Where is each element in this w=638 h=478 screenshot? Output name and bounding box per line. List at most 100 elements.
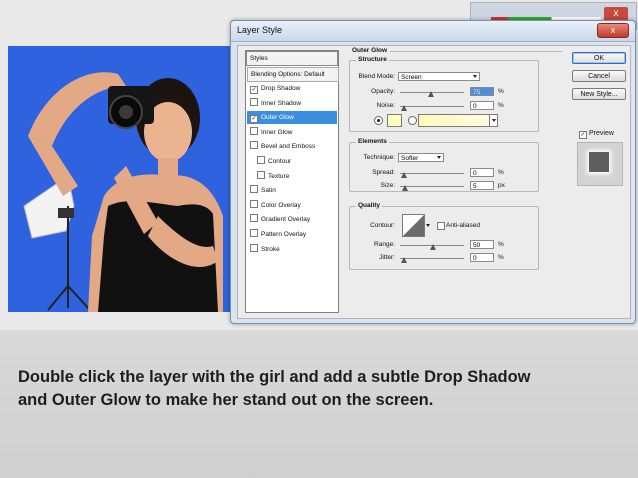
contour-picker[interactable]: [402, 214, 425, 237]
style-item[interactable]: ✓ Outer Glow: [247, 111, 337, 125]
anti-aliased-checkbox[interactable]: [437, 222, 445, 230]
range-input[interactable]: 50: [470, 240, 494, 249]
style-checkbox[interactable]: [257, 156, 265, 164]
technique-select[interactable]: Softer: [398, 153, 444, 162]
styles-header-label: Styles: [250, 55, 268, 62]
noise-label: Noise:: [376, 102, 395, 109]
glow-gradient-picker[interactable]: [418, 114, 498, 127]
background-close-icon: x: [604, 7, 628, 21]
style-checkbox[interactable]: [250, 214, 258, 223]
styles-header[interactable]: Styles: [246, 51, 338, 66]
style-item-label: Stroke: [261, 245, 280, 253]
dialog-title: Layer Style: [237, 25, 283, 35]
style-item-label: Outer Glow: [261, 114, 294, 122]
gradient-radio[interactable]: [408, 116, 417, 125]
blend-mode-label: Blend Mode:: [358, 73, 396, 80]
blending-options-item[interactable]: Blending Options: Default: [247, 67, 339, 82]
spread-label: Spread:: [372, 169, 395, 176]
style-item[interactable]: Gradient Overlay: [247, 213, 337, 226]
preview-option[interactable]: ✓ Preview: [579, 130, 614, 139]
style-checkbox[interactable]: ✓: [250, 86, 258, 94]
jitter-label: Jitter:: [379, 254, 395, 261]
style-item[interactable]: ✓ Drop Shadow: [247, 82, 337, 95]
noise-unit: %: [498, 102, 504, 109]
preview-square: [589, 152, 609, 172]
blend-mode-value: Screen: [401, 74, 422, 81]
style-item[interactable]: Color Overlay: [247, 199, 337, 212]
opacity-unit: %: [498, 88, 504, 95]
range-unit: %: [498, 241, 504, 248]
style-item[interactable]: Stroke: [247, 243, 337, 256]
style-checkbox[interactable]: ✓: [250, 115, 258, 124]
style-item[interactable]: Texture: [247, 170, 337, 183]
cancel-button[interactable]: Cancel: [572, 70, 626, 82]
style-checkbox[interactable]: [250, 141, 258, 150]
spread-input[interactable]: 0: [470, 168, 494, 177]
style-checkbox[interactable]: [250, 199, 258, 208]
style-item[interactable]: Pattern Overlay: [247, 228, 337, 241]
range-slider-thumb[interactable]: [430, 244, 436, 250]
blend-mode-select[interactable]: Screen: [398, 72, 480, 81]
jitter-slider[interactable]: [400, 258, 464, 259]
style-item-label: Texture: [268, 172, 290, 180]
noise-input[interactable]: 0: [470, 101, 494, 110]
ok-button[interactable]: OK: [572, 52, 626, 64]
style-item-label: Inner Shadow: [261, 99, 302, 107]
style-item[interactable]: Bevel and Emboss: [247, 140, 337, 153]
blending-options-label: Blending Options: Default: [251, 71, 325, 78]
glow-color-swatch[interactable]: [387, 114, 402, 127]
opacity-slider-thumb[interactable]: [428, 91, 434, 97]
style-checkbox[interactable]: [250, 185, 258, 194]
range-label: Range:: [374, 241, 395, 248]
dialog-titlebar[interactable]: Layer Style x: [231, 21, 635, 42]
gradient-dropdown-button[interactable]: [489, 115, 497, 126]
size-slider[interactable]: [400, 186, 464, 187]
style-checkbox[interactable]: [250, 97, 258, 106]
size-input[interactable]: 5: [470, 181, 494, 190]
spread-unit: %: [498, 169, 504, 176]
style-item[interactable]: Contour: [247, 155, 337, 168]
jitter-slider-thumb[interactable]: [401, 257, 407, 263]
spread-slider-thumb[interactable]: [401, 172, 407, 178]
structure-title: Structure: [356, 56, 389, 63]
style-item-label: Satin: [261, 187, 276, 195]
contour-dropdown[interactable]: [425, 222, 430, 229]
elements-title: Elements: [356, 138, 389, 145]
style-item-label: Pattern Overlay: [261, 231, 307, 238]
technique-value: Softer: [401, 155, 419, 162]
size-slider-thumb[interactable]: [402, 185, 408, 191]
jitter-input[interactable]: 0: [470, 253, 494, 262]
chevron-down-icon: [437, 156, 441, 159]
chevron-down-icon: [492, 119, 496, 122]
style-item-label: Gradient Overlay: [261, 216, 311, 224]
chevron-down-icon: [426, 224, 430, 227]
color-radio[interactable]: [374, 116, 383, 125]
contour-label: Contour:: [370, 222, 395, 229]
slide-caption: Double click the layer with the girl and…: [18, 366, 628, 412]
style-checkbox[interactable]: [250, 243, 258, 252]
layer-style-dialog: Layer Style x Styles Blending Options: D…: [230, 20, 636, 324]
dialog-client-area: Styles Blending Options: Default ✓ Drop S…: [237, 45, 631, 319]
preview-checkbox[interactable]: ✓: [579, 131, 587, 139]
style-item[interactable]: Inner Glow: [247, 126, 337, 139]
radio-dot-icon: [377, 119, 380, 122]
photo-girl-with-camera: [8, 46, 233, 312]
style-checkbox[interactable]: [250, 126, 258, 135]
close-icon[interactable]: x: [597, 23, 629, 38]
style-checkbox[interactable]: [250, 229, 258, 237]
spread-slider[interactable]: [400, 173, 464, 174]
style-checkbox[interactable]: [257, 170, 265, 179]
style-item[interactable]: Satin: [247, 184, 337, 197]
new-style-button[interactable]: New Style...: [572, 88, 626, 100]
style-item-label: Bevel and Emboss: [261, 143, 316, 151]
quality-title: Quality: [356, 202, 383, 209]
title-divider: [390, 51, 562, 52]
jitter-unit: %: [498, 254, 504, 261]
noise-slider[interactable]: [400, 106, 464, 107]
opacity-input[interactable]: 75: [470, 87, 494, 96]
technique-label: Technique:: [363, 154, 395, 161]
noise-slider-thumb[interactable]: [401, 105, 407, 111]
style-item[interactable]: Inner Shadow: [247, 97, 337, 110]
preview-thumbnail: [577, 142, 623, 186]
style-item-label: Drop Shadow: [261, 85, 301, 92]
